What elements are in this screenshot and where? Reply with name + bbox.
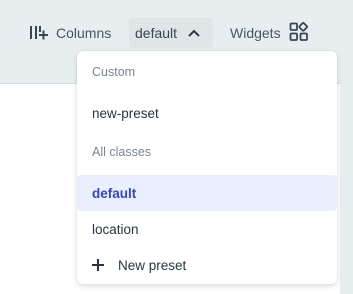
widgets-grid-icon (289, 21, 309, 45)
app-stage: Columns default Widgets Custom new-prese… (0, 0, 353, 294)
menu-heading-all-classes: All classes (92, 145, 152, 159)
menu-item-location[interactable]: location (77, 211, 337, 247)
new-preset-label: New preset (118, 257, 187, 273)
preset-dropdown-menu: Custom new-preset All classes default lo… (77, 51, 337, 284)
new-preset-button[interactable]: New preset (77, 247, 337, 283)
columns-button[interactable]: Columns (29, 22, 111, 44)
columns-label: Columns (56, 25, 112, 41)
preset-value: default (135, 25, 178, 41)
columns-add-icon (29, 25, 49, 41)
menu-heading-custom: Custom (92, 65, 136, 79)
widgets-button[interactable]: Widgets (230, 21, 309, 45)
widgets-label: Widgets (230, 25, 281, 41)
menu-item-default[interactable]: default (77, 175, 337, 211)
chevron-up-icon (187, 25, 201, 41)
plus-icon (92, 259, 104, 271)
menu-item-new-preset[interactable]: new-preset (77, 95, 337, 131)
preset-dropdown-button[interactable]: default (129, 18, 213, 48)
